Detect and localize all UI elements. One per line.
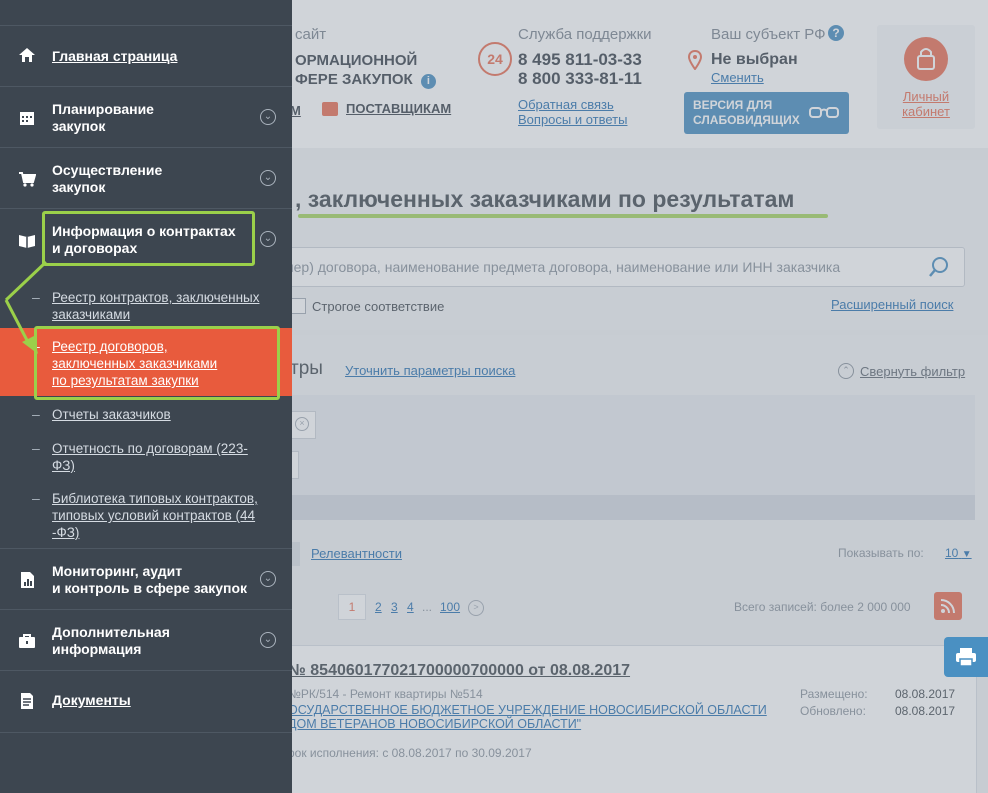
chevron-up-icon[interactable]: ⌄ [260,231,276,247]
filter-footer-bar [275,495,975,520]
refine-params-link[interactable]: Уточнить параметры поиска [345,363,515,378]
search-icon[interactable] [928,256,950,283]
location-pin-icon [687,49,703,71]
highlight-box-agreements-registry [34,326,280,400]
site-name-line2: ФЕРЕ ЗАКУПОК [295,71,413,88]
chevron-down-icon[interactable]: ⌄ [260,632,276,648]
region-value: Не выбран [711,51,798,68]
chevron-down-icon[interactable]: ⌄ [260,170,276,186]
page-3[interactable]: 3 [391,600,398,614]
book-icon [18,231,36,249]
show-by-select[interactable]: 10 ▼ [945,546,972,560]
search-placeholder: мер) договора, наименование предмета дог… [284,259,841,275]
rss-icon[interactable] [934,592,962,620]
sidebar-item-execution[interactable]: Осуществление закупок ⌄ [0,147,292,209]
document-icon [18,692,36,710]
execution-period: рок исполнения: с 08.08.2017 по 30.09.20… [288,746,532,760]
advanced-search-link[interactable]: Расширенный поиск [831,297,953,312]
print-button[interactable] [944,637,988,677]
calendar-icon [18,109,36,127]
strict-match-checkbox[interactable] [290,298,306,314]
sidebar-item-home[interactable]: Главная страница [0,25,292,87]
sidebar-item-monitoring[interactable]: Мониторинг, аудит и контроль в сфере зак… [0,548,292,610]
title-underline [298,214,828,218]
filter-panel [275,395,975,495]
contract-number-link[interactable]: № 854060177021700000700000 от 08.08.2017 [288,662,630,680]
updated-value: 08.08.2017 [895,704,956,718]
cart-icon [18,170,37,188]
placed-value: 08.08.2017 [895,687,956,701]
filters-heading: тры [290,358,323,379]
faq-link[interactable]: Вопросы и ответы [518,112,627,127]
annotation-arrow [4,260,48,354]
feedback-link[interactable]: Обратная связь [518,97,614,112]
show-by-label: Показывать по: [838,546,924,560]
chevron-down-icon[interactable]: ⌄ [260,109,276,125]
support-24-icon: 24 [478,42,512,76]
vision-impaired-button[interactable]: ВЕРСИЯ ДЛЯ СЛАБОВИДЯЩИХ [684,92,849,134]
briefcase-icon [18,632,36,650]
chevron-up-icon: ⌃ [838,363,854,379]
collapse-filter-button[interactable]: ⌃ Свернуть фильтр [838,363,965,379]
customer-org-link[interactable]: ОСУДАРСТВЕННОЕ БЮДЖЕТНОЕ УЧРЕЖДЕНИЕ НОВО… [288,703,767,731]
chevron-down-icon: ▼ [961,549,972,560]
site-name-line1: ОРМАЦИОННОЙ [295,52,418,69]
subitem-template-library[interactable]: – Библиотека типовых контрактов, типовых… [0,484,292,544]
sidebar-item-documents[interactable]: Документы [0,670,292,733]
page-100[interactable]: 100 [440,600,460,614]
strict-match-label: Строгое соответствие [312,299,445,314]
highlight-box-contracts-info [42,211,255,266]
phone-1: 8 495 811-03-33 [518,50,642,69]
placed-label: Размещено: [800,687,868,701]
home-icon [18,46,36,64]
personal-cabinet[interactable]: Личный кабинет [877,25,975,129]
page-1-current[interactable]: 1 [338,594,366,620]
suppliers-icon [322,101,338,116]
suppliers-link[interactable]: ПОСТАВЩИКАМ [322,101,451,116]
printer-icon [955,647,977,672]
glasses-icon [809,105,839,123]
result-card: № 854060177021700000700000 от 08.08.2017… [275,645,977,793]
next-page-icon[interactable]: > [468,600,484,616]
subitem-customer-reports[interactable]: – Отчеты заказчиков [0,400,292,430]
total-records: Всего записей: более 2 000 000 [734,600,911,614]
page-ellipsis: ... [422,600,433,614]
sidebar-item-additional-info[interactable]: Дополнительная информация ⌄ [0,609,292,671]
site-label: сайт [295,26,327,43]
contract-subtitle: №РК/514 - Ремонт квартиры №514 [288,687,483,701]
updated-label: Обновлено: [800,704,866,718]
help-icon[interactable]: ? [828,25,844,41]
search-input[interactable]: мер) договора, наименование предмета дог… [275,247,965,287]
page-title: , заключенных заказчиками по результатам [295,186,795,212]
info-icon[interactable]: i [420,74,436,89]
chevron-down-icon[interactable]: ⌄ [260,571,276,587]
page-2[interactable]: 2 [375,600,382,614]
sidebar-item-planning[interactable]: Планирование закупок ⌄ [0,86,292,148]
subitem-223fz-reporting[interactable]: – Отчетность по договорам (223- ФЗ) [0,434,292,478]
chart-doc-icon [18,571,36,589]
region-title: Ваш субъект РФ [711,26,826,43]
lock-icon [904,37,948,81]
support-title: Служба поддержки [518,26,652,43]
region-change-link[interactable]: Сменить [711,70,764,85]
sort-relevance-link[interactable]: Релевантности [311,546,402,561]
page-4[interactable]: 4 [407,600,414,614]
phone-2: 8 800 333-81-11 [518,69,642,88]
clear-icon[interactable]: × [295,417,309,431]
sidebar-menu: Главная страница Планирование закупок ⌄ … [0,0,292,793]
